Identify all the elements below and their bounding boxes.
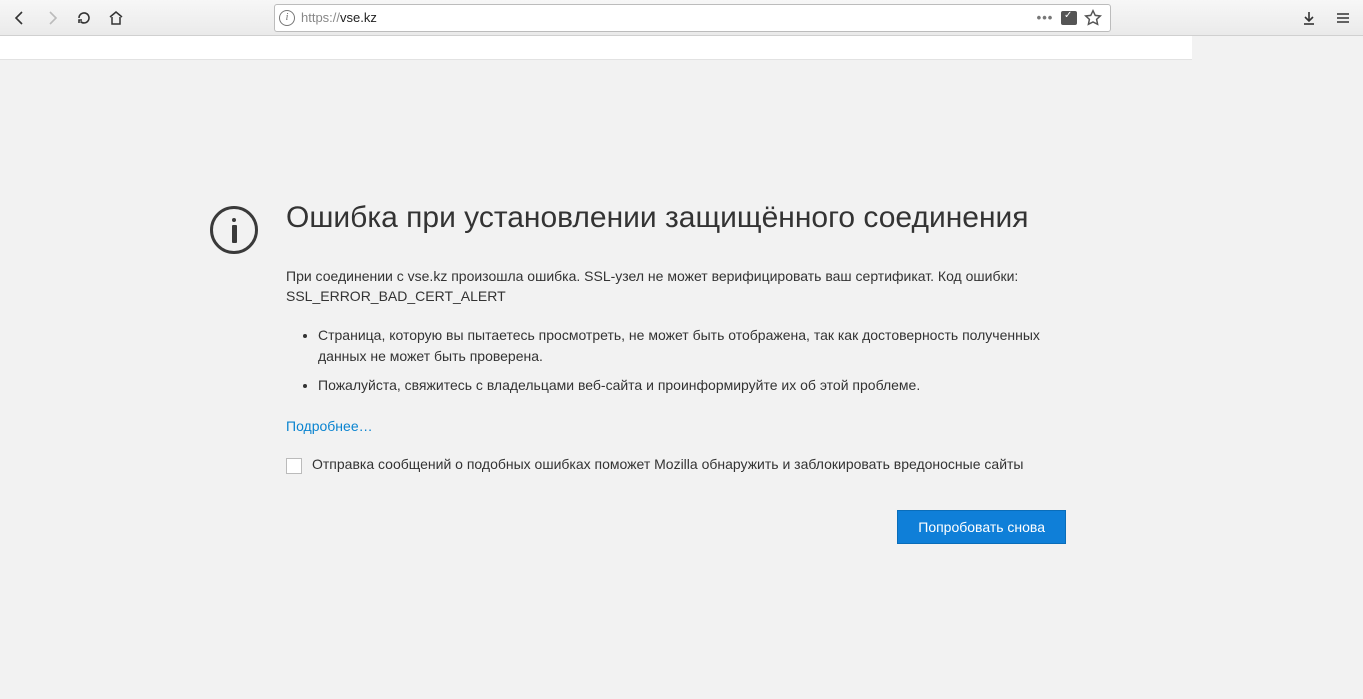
url-scheme: https://vse.kz (301, 10, 377, 25)
toolbar-right (1295, 4, 1357, 32)
site-info-icon[interactable]: i (279, 10, 295, 26)
address-bar-container: i https://vse.kz ••• (274, 4, 1111, 32)
forward-button[interactable] (38, 4, 66, 32)
page-content: Ошибка при установлении защищённого соед… (0, 60, 1363, 544)
error-title: Ошибка при установлении защищённого соед… (286, 200, 1080, 236)
error-bullet: Пожалуйста, свяжитесь с владельцами веб-… (318, 375, 1058, 396)
error-description: При соединении с vse.kz произошла ошибка… (286, 266, 1046, 307)
browser-toolbar: i https://vse.kz ••• (0, 0, 1363, 36)
downloads-button[interactable] (1295, 4, 1323, 32)
home-button[interactable] (102, 4, 130, 32)
report-checkbox[interactable] (286, 458, 302, 474)
reload-button[interactable] (70, 4, 98, 32)
report-errors-row: Отправка сообщений о подобных ошибках по… (286, 456, 1046, 474)
action-row: Попробовать снова (286, 510, 1066, 544)
address-right-icons: ••• (1036, 9, 1106, 27)
more-icon[interactable]: ••• (1036, 9, 1054, 27)
learn-more-link[interactable]: Подробнее… (286, 418, 373, 434)
pocket-icon[interactable] (1060, 9, 1078, 27)
back-button[interactable] (6, 4, 34, 32)
report-label: Отправка сообщений о подобных ошибках по… (312, 456, 1023, 472)
error-bullet-list: Страница, которую вы пытаетесь просмотре… (318, 325, 1058, 396)
retry-button[interactable]: Попробовать снова (897, 510, 1066, 544)
error-container: Ошибка при установлении защищённого соед… (210, 200, 1080, 544)
error-bullet: Страница, которую вы пытаетесь просмотре… (318, 325, 1058, 367)
bookmarks-strip (0, 36, 1192, 60)
info-icon (210, 206, 258, 254)
bookmark-star-icon[interactable] (1084, 9, 1102, 27)
address-bar[interactable]: i https://vse.kz ••• (274, 4, 1111, 32)
error-body: Ошибка при установлении защищённого соед… (286, 200, 1080, 544)
menu-button[interactable] (1329, 4, 1357, 32)
